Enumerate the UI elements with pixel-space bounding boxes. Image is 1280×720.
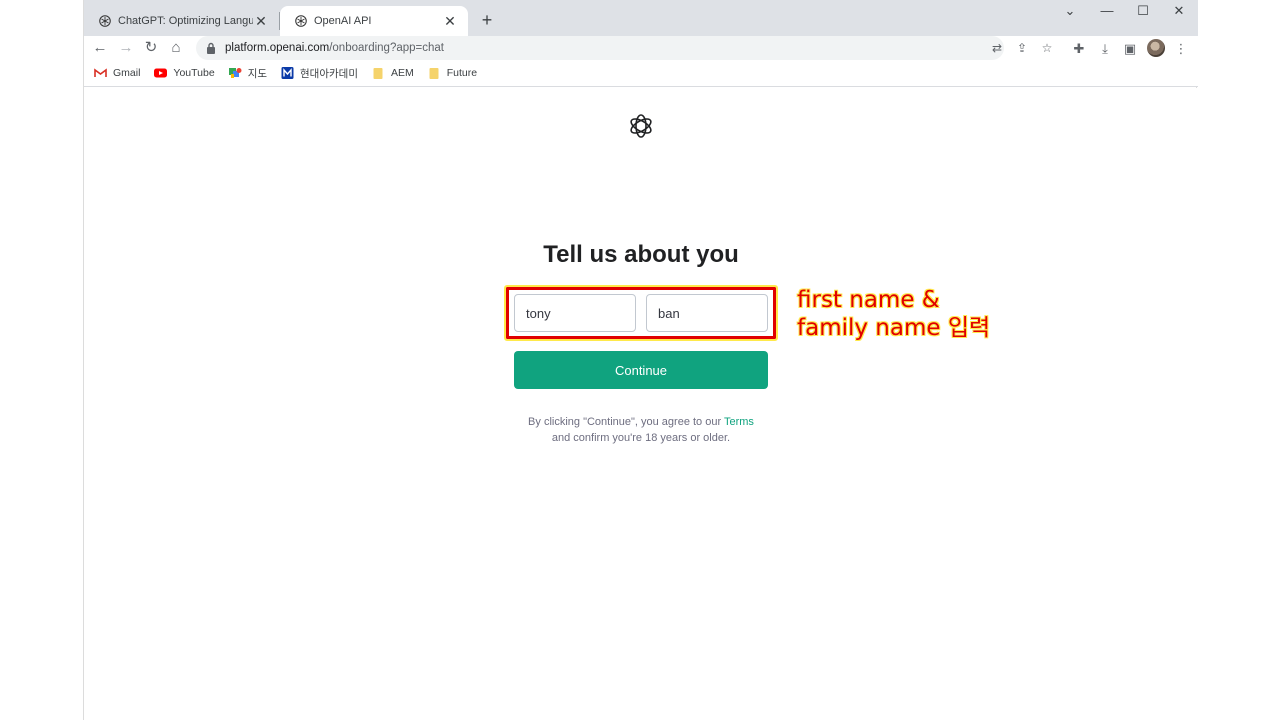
download-icon[interactable]: ⤓	[1096, 40, 1114, 58]
continue-button[interactable]: Continue	[514, 351, 768, 389]
url-text: platform.openai.com/onboarding?app=chat	[225, 42, 444, 54]
bookmark-label: 현대아카데미	[300, 67, 358, 80]
window-close-icon[interactable]: ✕	[1161, 0, 1197, 24]
maps-icon	[228, 68, 242, 78]
terms-line-2: and confirm you're 18 years or older.	[551, 432, 731, 444]
close-icon[interactable]: ✕	[442, 13, 458, 29]
first-name-input[interactable]	[514, 294, 636, 332]
bookmarks-bar: Gmail YouTube 지도 현대아카데미 AEM Future	[84, 60, 1198, 87]
tab-chatgpt[interactable]: ChatGPT: Optimizing Language ✕	[84, 6, 279, 36]
openai-logo-icon	[630, 114, 652, 138]
bookmark-label: Gmail	[113, 67, 141, 79]
page-content: Tell us about you Continue By clicking "…	[84, 88, 1198, 720]
name-fields	[514, 294, 768, 332]
tab-strip: ChatGPT: Optimizing Language ✕ OpenAI AP…	[84, 0, 1198, 36]
folder-icon	[373, 68, 383, 79]
reload-icon[interactable]: ↻	[140, 37, 162, 59]
openai-icon	[99, 15, 111, 27]
share-icon[interactable]: ⇪	[1014, 40, 1030, 56]
bookmark-maps[interactable]: 지도	[228, 66, 268, 81]
browser-toolbar: ← → ↻ ⌂ platform.openai.com/onboarding?a…	[84, 36, 1198, 60]
annotation-line-2: family name 입력	[797, 315, 991, 341]
m-icon	[281, 67, 294, 79]
lock-icon	[207, 42, 215, 54]
home-icon[interactable]: ⌂	[165, 37, 187, 59]
tab-search-icon[interactable]: ⌄	[1052, 0, 1088, 24]
url-path: /onboarding?app=chat	[329, 42, 444, 54]
terms-link[interactable]: Terms	[724, 416, 754, 428]
terms-line-1: By clicking "Continue", you agree to our…	[84, 414, 1198, 430]
bookmark-aem[interactable]: AEM	[372, 67, 414, 79]
last-name-input[interactable]	[646, 294, 768, 332]
minimize-icon[interactable]: —	[1089, 0, 1125, 24]
tab-openai-api[interactable]: OpenAI API ✕	[280, 6, 468, 36]
youtube-icon	[154, 68, 168, 78]
menu-icon[interactable]: ⋮	[1172, 40, 1190, 58]
bookmark-label: AEM	[390, 67, 414, 79]
terms-prefix: By clicking "Continue", you agree to our	[528, 416, 724, 428]
gmail-icon	[94, 68, 107, 77]
new-tab-button[interactable]: +	[476, 9, 498, 31]
translate-icon[interactable]: ⇄	[989, 40, 1005, 56]
openai-icon	[295, 15, 307, 27]
folder-icon	[429, 68, 439, 79]
terms-notice: By clicking "Continue", you agree to our…	[84, 414, 1198, 446]
profile-avatar[interactable]	[1147, 39, 1165, 57]
bookmark-youtube[interactable]: YouTube	[154, 67, 215, 79]
annotation-line-1: first name &	[797, 287, 940, 313]
address-bar[interactable]: platform.openai.com/onboarding?app=chat …	[196, 36, 1052, 60]
tab-title: OpenAI API	[314, 15, 372, 27]
url-host: platform.openai.com	[225, 42, 330, 54]
browser-window: ChatGPT: Optimizing Language ✕ OpenAI AP…	[83, 0, 1198, 720]
side-panel-icon[interactable]: ▣	[1121, 40, 1139, 58]
page-title: Tell us about you	[543, 241, 739, 268]
annotation-text: first name & family name 입력	[797, 286, 990, 342]
bookmark-star-icon[interactable]: ☆	[1039, 40, 1055, 56]
bookmark-gmail[interactable]: Gmail	[94, 67, 140, 79]
back-icon[interactable]: ←	[89, 37, 111, 59]
bookmark-future[interactable]: Future	[428, 67, 477, 79]
close-icon[interactable]: ✕	[253, 13, 269, 29]
bookmark-label: 지도	[247, 67, 268, 80]
forward-icon[interactable]: →	[115, 37, 137, 59]
bookmark-label: Future	[446, 67, 478, 79]
bookmark-label: YouTube	[173, 67, 215, 79]
tab-title: ChatGPT: Optimizing Language	[118, 15, 253, 27]
maximize-icon[interactable]: ☐	[1125, 0, 1161, 24]
extensions-icon[interactable]: ✚	[1070, 40, 1088, 58]
bookmark-hyundai-academy[interactable]: 현대아카데미	[281, 66, 358, 81]
